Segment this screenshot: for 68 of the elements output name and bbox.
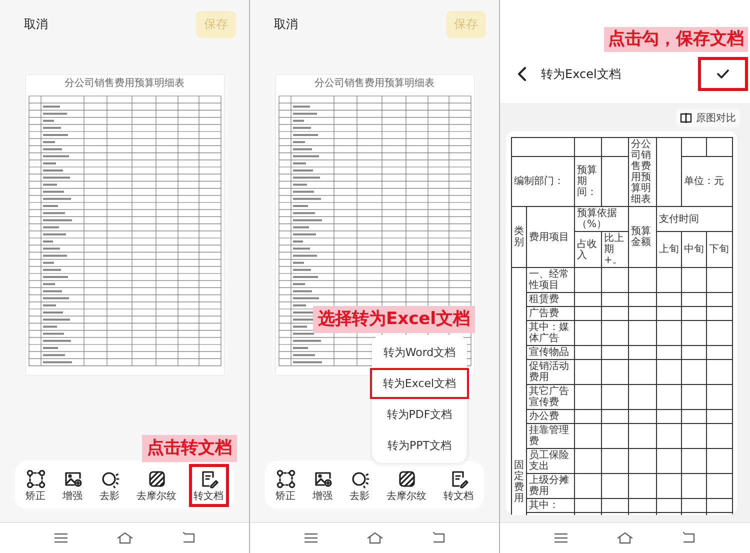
page-title: 转为Excel文档 — [541, 66, 621, 82]
table-cell: 单位：元 — [682, 156, 732, 206]
tool-button[interactable]: 去影 — [344, 464, 374, 506]
table-cell: 其它广告宣传费 — [526, 384, 574, 410]
tool-button[interactable]: 增强 — [58, 464, 88, 506]
menu-item[interactable]: 转为PDF文档 — [370, 399, 469, 430]
table-cell: 比上期+。 — [602, 232, 628, 268]
table-cell: 固定费用 — [512, 268, 526, 515]
hatched-square-icon — [146, 468, 166, 488]
tool-button[interactable]: 矫正 — [270, 464, 300, 506]
table-cell: 分公司销售费用预算明细表 — [628, 138, 656, 206]
table-cell: 广告费 — [526, 306, 574, 320]
home-icon — [116, 532, 132, 544]
table-cell: 编制部门： — [512, 156, 574, 206]
back-icon — [432, 532, 446, 544]
tool-button[interactable]: 转文档 — [188, 464, 228, 506]
home-icon — [366, 532, 382, 544]
instruction-callout: 点击转文档 — [142, 435, 237, 462]
tool-button[interactable]: 去摩尔纹 — [132, 464, 182, 506]
confirm-button[interactable] — [698, 57, 748, 91]
tool-button[interactable]: 矫正 — [20, 464, 50, 506]
table-cell: 费用项目 — [526, 206, 574, 268]
table-cell: 下旬 — [706, 232, 732, 268]
back-icon — [682, 532, 696, 544]
table-cell: 上级分摊费用 — [526, 474, 574, 498]
cancel-button[interactable]: 取消 — [274, 16, 298, 32]
table-cell: 预算期间： — [574, 156, 602, 206]
table-cell: 办公费 — [526, 410, 574, 424]
table-cell: 其中： — [526, 498, 574, 512]
instruction-callout: 选择转为Excel文档 — [313, 306, 476, 333]
compare-button[interactable]: 原图对比 — [676, 109, 740, 127]
home-icon — [617, 532, 633, 544]
tool-button[interactable]: 去影 — [94, 464, 124, 506]
menu-item[interactable]: 转为PPT文档 — [370, 430, 469, 461]
table-cell: 类别 — [512, 206, 526, 268]
menu-icon — [54, 532, 68, 544]
back-button[interactable] — [515, 65, 529, 83]
chevron-left-icon — [517, 67, 527, 81]
document-title: 分公司销售费用预算明细表 — [314, 78, 434, 90]
table-cell: 员工保险支出 — [526, 448, 574, 474]
menu-item[interactable]: 转为Excel文档 — [370, 368, 469, 399]
menu-icon — [554, 532, 568, 544]
table-cell: 预算金额 — [628, 206, 656, 268]
table-cell: 宣传物品 — [526, 346, 574, 360]
table-cell: 占收入 — [574, 232, 602, 268]
table-cell: 预算依据（%） — [574, 206, 628, 232]
table-cell: 上旬 — [656, 232, 682, 268]
instruction-callout: 点击勾，保存文档 — [604, 27, 748, 52]
document-title: 分公司销售费用预算明细表 — [64, 78, 184, 90]
table-cell: 挂靠管理费 — [526, 424, 574, 448]
table-cell: 其中：媒体广告 — [526, 320, 574, 346]
table-cell: 租赁费 — [526, 292, 574, 306]
tool-button[interactable]: 增强 — [308, 464, 338, 506]
hatched-square-icon — [396, 468, 416, 488]
frame-corners-icon — [276, 468, 296, 488]
split-view-icon — [680, 113, 692, 123]
frame-corners-icon — [26, 468, 46, 488]
cancel-button[interactable]: 取消 — [24, 16, 48, 32]
tool-button[interactable]: 去摩尔纹 — [382, 464, 432, 506]
table-cell: 中旬 — [682, 232, 706, 268]
checkmark-icon — [717, 69, 729, 79]
back-icon — [182, 532, 196, 544]
table-cell: 一、经常性项目 — [526, 268, 574, 292]
tool-button[interactable]: 转文档 — [438, 464, 478, 506]
menu-item[interactable]: 转为Word文档 — [370, 337, 469, 368]
table-cell: 促销活动费用 — [526, 360, 574, 384]
menu-icon — [304, 532, 318, 544]
table-cell: 支付时间 — [656, 206, 732, 232]
